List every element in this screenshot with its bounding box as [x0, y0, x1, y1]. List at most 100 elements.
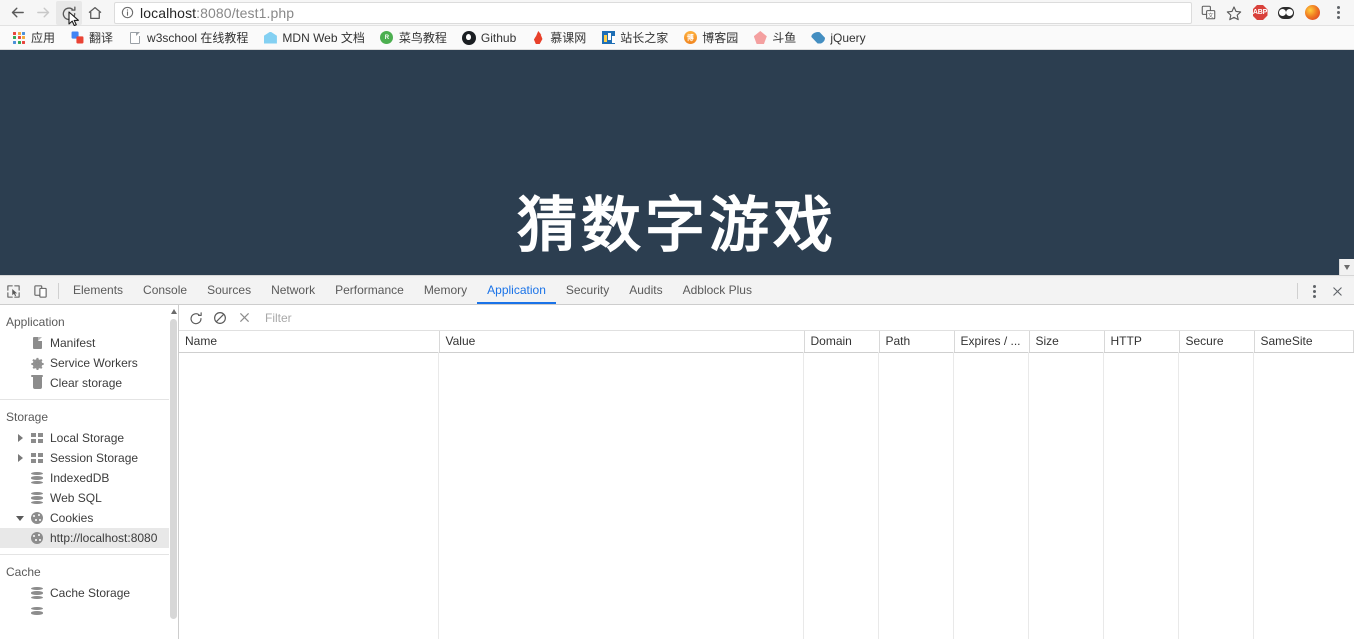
sidebar-divider: [0, 399, 178, 400]
storage-grid-icon: [30, 433, 44, 443]
cookies-panel: Name Value Domain Path Expires / ... Siz…: [179, 305, 1354, 639]
bookmark-mdn[interactable]: MDN Web 文档: [257, 27, 370, 48]
sidebar-item-label: http://localhost:8080: [50, 531, 158, 545]
tab-elements[interactable]: Elements: [63, 278, 133, 304]
sidebar-item-clear-storage[interactable]: Clear storage: [0, 373, 178, 393]
block-clear-icon: [214, 311, 226, 324]
tab-sources[interactable]: Sources: [197, 278, 261, 304]
bookmark-cnblogs[interactable]: 博 博客园: [677, 27, 744, 48]
bookmark-apps[interactable]: 应用: [6, 27, 61, 48]
filter-input[interactable]: [261, 308, 1348, 327]
tab-network[interactable]: Network: [261, 278, 325, 304]
sidebar-item-session-storage[interactable]: Session Storage: [0, 448, 178, 468]
cnblogs-icon: 博: [683, 31, 697, 45]
home-icon: [88, 6, 102, 19]
page-viewport: 猜数字游戏: [0, 50, 1354, 275]
device-toolbar-button[interactable]: [27, 278, 54, 304]
inspect-element-button[interactable]: [0, 278, 27, 304]
devtools-panel: Elements Console Sources Network Perform…: [0, 278, 1354, 639]
sidebar-item-indexeddb[interactable]: IndexedDB: [0, 468, 178, 488]
sidebar-item-service-workers[interactable]: Service Workers: [0, 353, 178, 373]
bookmark-translate[interactable]: 翻译: [64, 27, 119, 48]
devtools-right-controls: [1293, 278, 1354, 304]
scrollbar-thumb[interactable]: [170, 319, 177, 619]
info-circle-icon[interactable]: [121, 6, 134, 19]
translate-icon[interactable]: 文: [1196, 1, 1220, 25]
sidebar-item-cookie-origin[interactable]: http://localhost:8080: [0, 528, 178, 548]
bookmark-w3school[interactable]: w3school 在线教程: [122, 27, 254, 48]
bookmark-chinaz[interactable]: 站长之家: [595, 27, 674, 48]
sidebar-item-label: Manifest: [50, 336, 96, 350]
sidebar-item-partial[interactable]: [0, 603, 178, 623]
chevron-down-icon[interactable]: [16, 515, 24, 521]
sidebar-item-cookies[interactable]: Cookies: [0, 508, 178, 528]
sidebar-item-local-storage[interactable]: Local Storage: [0, 428, 178, 448]
column-header-secure[interactable]: Secure: [1179, 331, 1255, 353]
column-header-path[interactable]: Path: [879, 331, 955, 353]
sidebar-item-cache-storage[interactable]: Cache Storage: [0, 583, 178, 603]
database-icon: [30, 607, 44, 619]
tab-security[interactable]: Security: [556, 278, 619, 304]
browser-menu-button[interactable]: [1326, 1, 1350, 25]
forward-button[interactable]: [30, 1, 56, 25]
sidebar-item-label: Web SQL: [50, 491, 102, 505]
bookmark-imooc[interactable]: 慕课网: [525, 27, 592, 48]
bookmark-star-icon[interactable]: [1222, 1, 1246, 25]
column-header-size[interactable]: Size: [1029, 331, 1105, 353]
page-scrollbar[interactable]: [1339, 50, 1354, 275]
column-header-domain[interactable]: Domain: [804, 331, 880, 353]
tab-console[interactable]: Console: [133, 278, 197, 304]
sidebar-item-web-sql[interactable]: Web SQL: [0, 488, 178, 508]
tab-adblock-plus[interactable]: Adblock Plus: [673, 278, 762, 304]
sidebar-item-label: Service Workers: [50, 356, 138, 370]
cookies-table-header-row: Name Value Domain Path Expires / ... Siz…: [179, 331, 1354, 353]
tab-label: Security: [565, 283, 610, 297]
tab-application[interactable]: Application: [477, 278, 556, 304]
tab-label: Performance: [335, 283, 404, 297]
bookmark-runoob[interactable]: R 菜鸟教程: [374, 27, 453, 48]
tab-audits[interactable]: Audits: [619, 278, 672, 304]
tab-label: Console: [143, 283, 188, 297]
scrollbar-down-arrow-icon[interactable]: [1339, 259, 1354, 275]
bookmark-github[interactable]: Github: [456, 29, 522, 47]
column-header-value[interactable]: Value: [439, 331, 805, 353]
column-header-samesite[interactable]: SameSite: [1254, 331, 1354, 353]
home-button[interactable]: [82, 1, 108, 25]
abp-extension-icon[interactable]: ABP: [1248, 1, 1272, 25]
tab-performance[interactable]: Performance: [325, 278, 414, 304]
bookmark-label: 博客园: [702, 31, 739, 45]
sidebar-scrollbar[interactable]: [169, 305, 178, 639]
clear-all-cookies-button[interactable]: [209, 307, 231, 329]
column-header-http[interactable]: HTTP: [1104, 331, 1180, 353]
bookmark-jquery[interactable]: jQuery: [805, 29, 871, 47]
tab-memory[interactable]: Memory: [414, 278, 477, 304]
cookie-icon: [30, 532, 44, 544]
column-header-name[interactable]: Name: [179, 331, 440, 353]
database-icon: [30, 492, 44, 504]
sidebar-item-manifest[interactable]: Manifest: [0, 333, 178, 353]
mouse-cursor: [68, 10, 79, 26]
devtools-close-button[interactable]: [1326, 286, 1348, 297]
column-header-expires[interactable]: Expires / ...: [954, 331, 1030, 353]
delete-cookie-button[interactable]: [233, 307, 255, 329]
cookies-table-wrapper: Name Value Domain Path Expires / ... Siz…: [179, 331, 1354, 639]
abp-badge: ABP: [1252, 5, 1268, 20]
application-sidebar: Application Manifest Service Workers Cle…: [0, 305, 179, 639]
devtools-body: Application Manifest Service Workers Cle…: [0, 305, 1354, 639]
chevron-right-icon[interactable]: [16, 454, 24, 462]
bookmark-douyu[interactable]: 斗鱼: [747, 27, 802, 48]
url-host: localhost: [140, 4, 197, 21]
bookmark-label: 慕课网: [550, 31, 587, 45]
reload-button[interactable]: [56, 0, 82, 26]
address-bar[interactable]: localhost:8080/test1.php: [114, 1, 1192, 24]
devtools-more-button[interactable]: [1304, 284, 1324, 298]
back-button[interactable]: [4, 1, 30, 25]
tab-label: Elements: [73, 283, 124, 297]
refresh-button[interactable]: [185, 307, 207, 329]
devtools-tabs: Elements Console Sources Network Perform…: [63, 278, 1293, 304]
sidebar-group-cache: Cache: [6, 565, 41, 579]
chevron-right-icon[interactable]: [16, 434, 24, 442]
dark-extension-icon[interactable]: [1274, 1, 1298, 25]
profile-avatar[interactable]: [1300, 1, 1324, 25]
scrollbar-up-arrow-icon[interactable]: [169, 305, 178, 317]
